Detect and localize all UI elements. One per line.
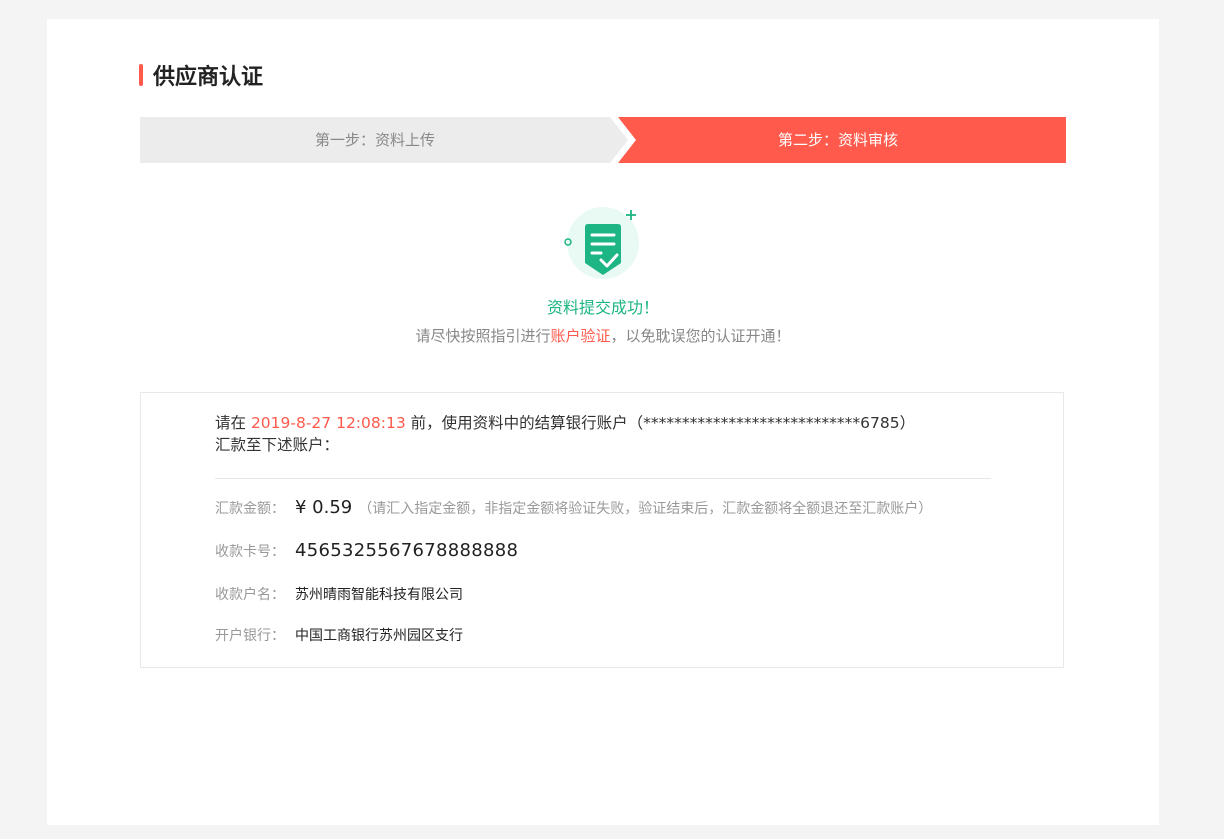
notice-prefix: 请在	[215, 414, 251, 432]
bank-label: 开户银行：	[215, 628, 285, 644]
title-accent-bar	[139, 64, 143, 86]
card-number-row: 收款卡号： 4565325567678888888	[215, 540, 518, 561]
step-1-label: 第一步：资料上传	[314, 131, 435, 149]
divider	[215, 478, 991, 479]
bank-value: 中国工商银行苏州园区支行	[295, 628, 463, 644]
desc-prefix: 请尽快按照指引进行	[415, 327, 551, 345]
amount-hint: （请汇入指定金额，非指定金额将验证失败，验证结束后，汇款金额将全额退还至汇款账户…	[358, 501, 933, 517]
card-number-label: 收款卡号：	[215, 544, 285, 560]
card-number-value: 4565325567678888888	[295, 540, 519, 561]
remittance-info-box: 请在 2019-8-27 12:08:13 前，使用资料中的结算银行账户（***…	[140, 392, 1064, 668]
notice-middle: 前，使用资料中的结算银行账户（*************************…	[405, 414, 916, 432]
account-name-value: 苏州晴雨智能科技有限公司	[295, 587, 463, 603]
amount-row: 汇款金额： ¥ 0.59 （请汇入指定金额，非指定金额将验证失败，验证结束后，汇…	[215, 497, 932, 518]
amount-value: ¥ 0.59	[295, 497, 353, 518]
amount-label: 汇款金额：	[215, 501, 285, 517]
account-verify-link[interactable]: 账户验证	[550, 327, 610, 345]
success-description: 请尽快按照指引进行账户验证，以免耽误您的认证开通！	[47, 325, 1159, 346]
notice-line-1: 请在 2019-8-27 12:08:13 前，使用资料中的结算银行账户（***…	[215, 412, 995, 434]
bank-row: 开户银行： 中国工商银行苏州园区支行	[215, 625, 463, 645]
step-progress-bar: 第一步：资料上传 第二步：资料审核	[140, 117, 1066, 163]
remittance-notice: 请在 2019-8-27 12:08:13 前，使用资料中的结算银行账户（***…	[215, 412, 995, 456]
desc-suffix: ，以免耽误您的认证开通！	[610, 327, 791, 345]
document-check-icon	[557, 205, 657, 285]
success-title: 资料提交成功！	[546, 298, 659, 317]
step-2-label: 第二步：资料审核	[777, 131, 898, 149]
account-name-label: 收款户名：	[215, 587, 285, 603]
page-header: 供应商认证	[139, 59, 263, 91]
main-card: 供应商认证 第一步：资料上传 第二步：资料审核 资料提交成功！ 请尽快按照指引进…	[47, 19, 1159, 825]
notice-line-2: 汇款至下述账户：	[215, 436, 340, 454]
deadline-time: 2019-8-27 12:08:13	[250, 414, 406, 432]
page-title: 供应商认证	[153, 65, 264, 90]
account-name-row: 收款户名： 苏州晴雨智能科技有限公司	[215, 584, 463, 604]
